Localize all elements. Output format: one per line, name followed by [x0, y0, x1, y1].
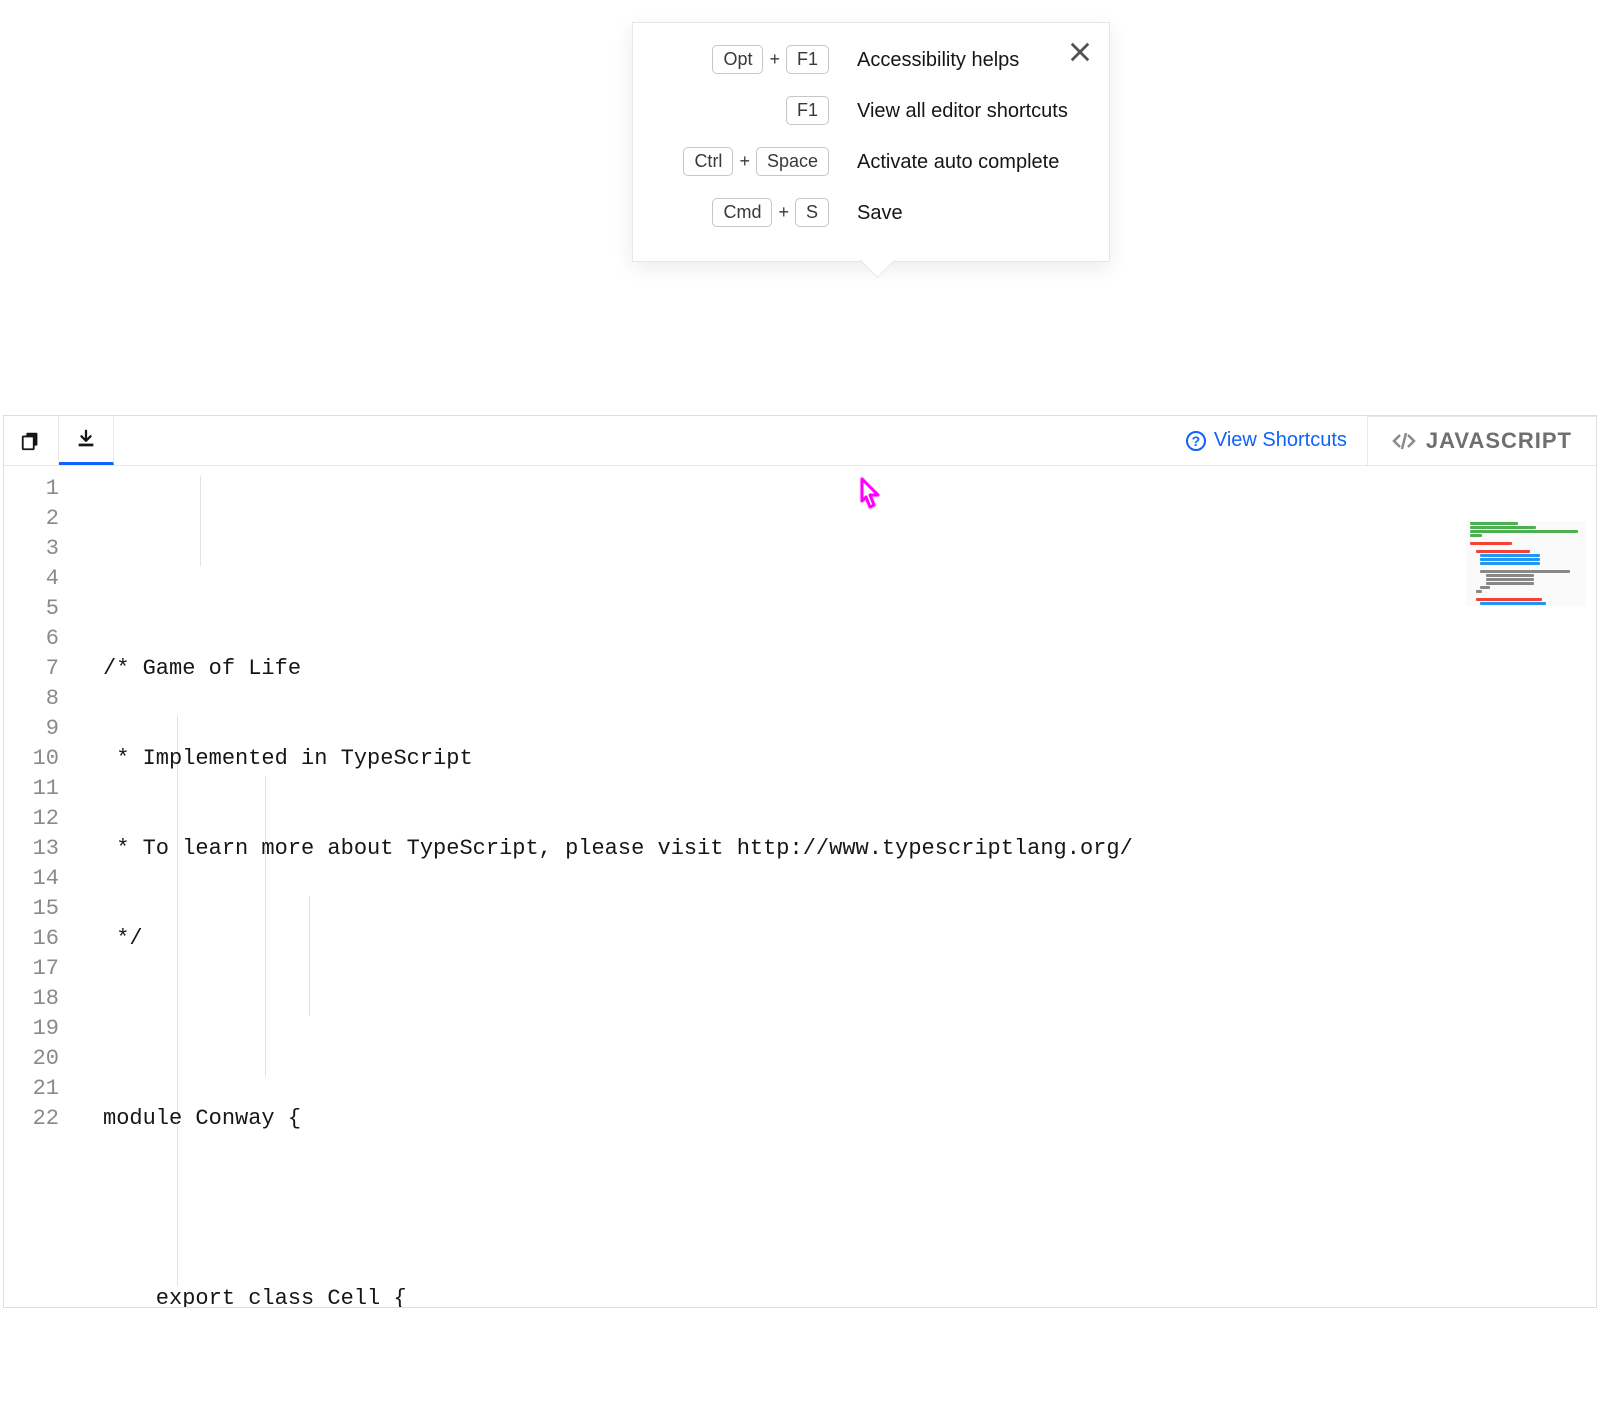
close-icon[interactable] — [1069, 41, 1091, 63]
download-icon — [75, 428, 97, 450]
shortcut-row: Cmd + S Save — [659, 198, 1083, 227]
download-button[interactable] — [59, 416, 114, 465]
copy-icon — [20, 430, 42, 452]
code-line[interactable]: */ — [103, 924, 1596, 954]
shortcut-row: Opt + F1 Accessibility helps — [659, 45, 1083, 74]
copy-button[interactable] — [4, 416, 59, 465]
code-line[interactable]: * Implemented in TypeScript — [103, 744, 1596, 774]
shortcut-row: F1 View all editor shortcuts — [659, 96, 1083, 125]
view-shortcuts-button[interactable]: ? View Shortcuts — [1166, 416, 1368, 465]
key: F1 — [786, 96, 829, 125]
key: S — [795, 198, 829, 227]
shortcut-description: View all editor shortcuts — [857, 96, 1083, 125]
plus-separator: + — [769, 49, 780, 70]
shortcut-description: Activate auto complete — [857, 147, 1083, 176]
shortcut-description: Accessibility helps — [857, 45, 1083, 74]
code-line[interactable]: /* Game of Life — [103, 654, 1596, 684]
plus-separator: + — [739, 151, 750, 172]
code-area[interactable]: /* Game of Life * Implemented in TypeScr… — [79, 466, 1596, 1307]
language-label: JAVASCRIPT — [1426, 428, 1572, 454]
help-icon: ? — [1186, 431, 1206, 451]
code-line[interactable] — [103, 1194, 1596, 1224]
shortcut-description: Save — [857, 198, 1083, 227]
shortcuts-tooltip: Opt + F1 Accessibility helps F1 View all… — [632, 22, 1110, 262]
toolbar: ? View Shortcuts JAVASCRIPT — [4, 416, 1596, 466]
code-line[interactable]: module Conway { — [103, 1104, 1596, 1134]
view-shortcuts-label: View Shortcuts — [1214, 429, 1347, 452]
code-line[interactable] — [103, 1014, 1596, 1044]
editor[interactable]: 1 2 3 4 5 6 7 8 9 10 11 12 13 14 15 16 1… — [4, 466, 1596, 1307]
key: Opt — [712, 45, 763, 74]
key: Space — [756, 147, 829, 176]
line-gutter: 1 2 3 4 5 6 7 8 9 10 11 12 13 14 15 16 1… — [4, 466, 79, 1307]
key: Ctrl — [683, 147, 733, 176]
plus-separator: + — [778, 202, 789, 223]
code-icon — [1392, 429, 1416, 453]
key: F1 — [786, 45, 829, 74]
language-tab[interactable]: JAVASCRIPT — [1368, 416, 1596, 466]
minimap[interactable] — [1466, 521, 1586, 606]
code-line[interactable]: export class Cell { — [103, 1284, 1596, 1307]
code-line[interactable]: * To learn more about TypeScript, please… — [103, 834, 1596, 864]
key: Cmd — [712, 198, 772, 227]
cursor-pointer-icon — [848, 471, 892, 524]
code-panel: ? View Shortcuts JAVASCRIPT 1 2 3 4 5 6 … — [3, 415, 1597, 1308]
shortcut-row: Ctrl + Space Activate auto complete — [659, 147, 1083, 176]
